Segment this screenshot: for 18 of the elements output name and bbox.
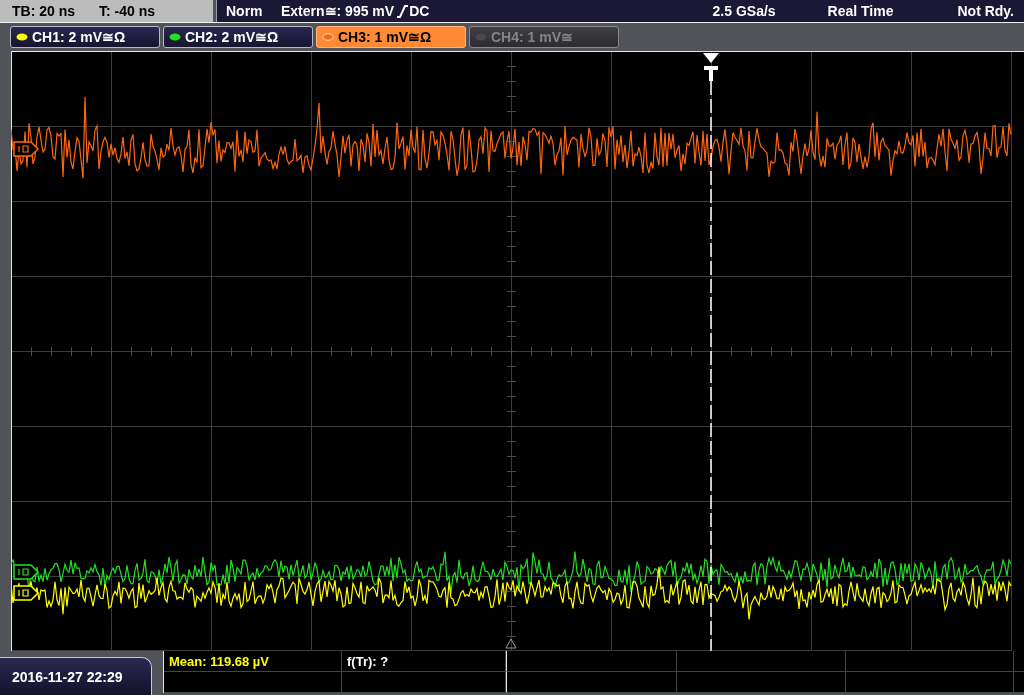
trigger-offset-label: T: -40 ns <box>99 3 155 19</box>
channel-level-marker-icon[interactable] <box>13 564 40 580</box>
acquisition-mode-label: Real Time <box>827 3 894 19</box>
trigger-coupling-label: DC <box>409 3 430 19</box>
channel-tab[interactable]: CH2: 2 mV≅Ω <box>163 26 313 48</box>
timebase-label: TB: 20 ns <box>12 3 76 19</box>
trigger-marker-icon[interactable] <box>703 53 719 81</box>
time-reference-marker-icon <box>505 638 517 649</box>
channel-tab[interactable]: CH3: 1 mV≅Ω <box>316 26 466 48</box>
status-label: Not Rdy. <box>957 3 1014 19</box>
channel-tab[interactable]: CH1: 2 mV≅Ω <box>10 26 160 48</box>
sample-rate-label: 2.5 GSa/s <box>712 3 776 19</box>
trigger-level-label: Extern≅: 995 mV <box>281 3 395 19</box>
measurement-cell: f(Tr): ? <box>342 651 506 672</box>
channel-level-marker-icon[interactable] <box>13 141 40 157</box>
trigger-mode-label: Norm <box>226 3 264 19</box>
date-time-display: 2016-11-27 22:29 <box>0 657 152 695</box>
measurement-cell: Mean: 119.68 µV <box>164 651 342 672</box>
